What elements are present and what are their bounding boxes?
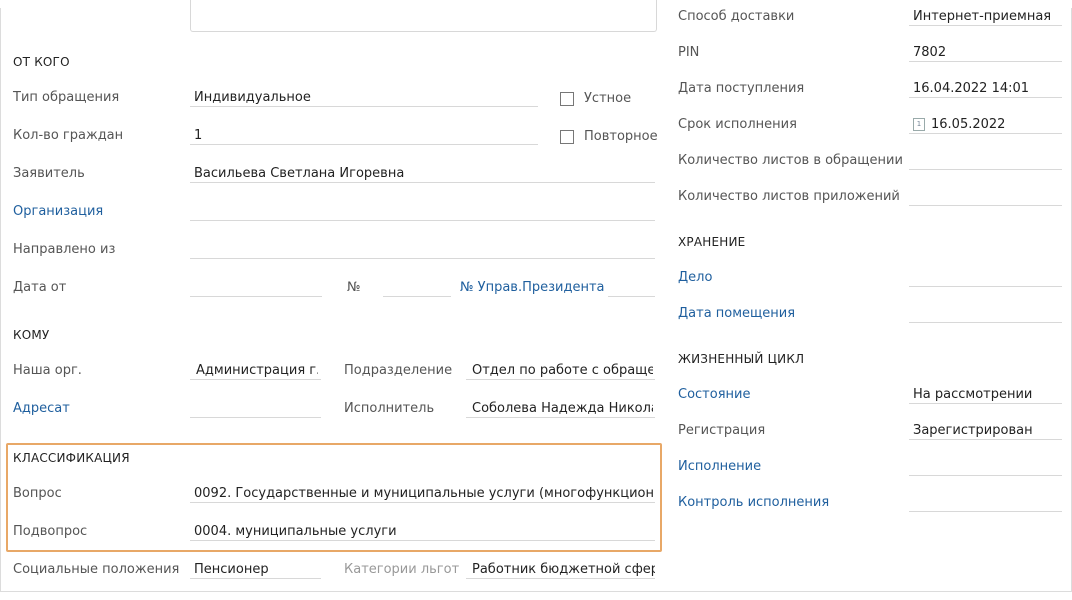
question-field[interactable]: 0092. Государственные и муниципальные ус…: [194, 486, 654, 501]
repeat-label: Повторное: [584, 129, 658, 144]
execution-control-link[interactable]: Контроль исполнения: [678, 495, 829, 510]
department-field[interactable]: Отдел по работе с обращен: [472, 363, 653, 378]
execution-link[interactable]: Исполнение: [678, 459, 761, 474]
subquestion-label: Подвопрос: [13, 524, 88, 539]
state-link[interactable]: Состояние: [678, 387, 750, 402]
repeat-checkbox[interactable]: [560, 130, 574, 144]
pin-label: PIN: [678, 45, 700, 60]
applicant-label: Заявитель: [13, 166, 85, 181]
section-from-header: ОТ КОГО: [13, 55, 70, 69]
section-to-header: КОМУ: [13, 328, 50, 342]
delivery-method-field[interactable]: Интернет-приемная: [913, 9, 1061, 24]
social-status-label: Социальные положения: [13, 562, 180, 577]
deadline-value: 16.05.2022: [931, 117, 1006, 132]
executor-label: Исполнитель: [344, 401, 435, 416]
deadline-field[interactable]: 1 16.05.2022: [913, 117, 1061, 132]
registration-label: Регистрация: [678, 423, 766, 438]
received-date-label: Дата поступления: [678, 81, 805, 96]
applicant-field[interactable]: Васильева Светлана Игоревна: [194, 166, 649, 181]
subquestion-field[interactable]: 0004. муниципальные услуги: [194, 524, 649, 539]
date-from-label: Дата от: [13, 280, 67, 295]
citizens-count-field[interactable]: 1: [194, 128, 534, 143]
placement-date-link[interactable]: Дата помещения: [678, 306, 795, 321]
benefit-category-field[interactable]: Работник бюджетной сферы: [472, 562, 655, 577]
oral-label: Устное: [584, 91, 632, 106]
section-lifecycle-header: ЖИЗНЕННЫЙ ЦИКЛ: [678, 352, 805, 366]
benefit-category-label: Категории льгот: [344, 562, 460, 577]
social-status-field[interactable]: Пенсионер: [194, 562, 318, 577]
number-label: №: [347, 280, 361, 295]
organization-link[interactable]: Организация: [13, 204, 103, 219]
attachment-sheets-label: Количество листов приложений: [678, 189, 900, 204]
citizens-count-label: Кол-во граждан: [13, 128, 124, 143]
registration-field[interactable]: Зарегистрирован: [913, 423, 1061, 438]
our-org-field[interactable]: Администрация г.: [196, 363, 318, 378]
top-text-field[interactable]: [190, 0, 657, 32]
president-number-link[interactable]: № Управ.Президента: [460, 280, 605, 295]
question-label: Вопрос: [13, 486, 62, 501]
received-date-field[interactable]: 16.04.2022 14:01: [913, 81, 1061, 96]
pin-field[interactable]: 7802: [913, 45, 1061, 60]
appeal-type-label: Тип обращения: [13, 90, 120, 105]
oral-checkbox[interactable]: [560, 92, 574, 106]
case-link[interactable]: Дело: [678, 270, 712, 285]
section-storage-header: ХРАНЕНИЕ: [678, 235, 746, 249]
appeal-type-field[interactable]: Индивидуальное: [194, 90, 534, 105]
section-classification-header: КЛАССИФИКАЦИЯ: [13, 451, 130, 465]
our-org-label: Наша орг.: [13, 363, 82, 378]
deadline-label: Срок исполнения: [678, 117, 797, 132]
state-field[interactable]: На рассмотрении: [913, 387, 1061, 402]
calendar-icon[interactable]: 1: [913, 118, 925, 131]
sheets-count-label: Количество листов в обращении: [678, 153, 903, 168]
addressee-link[interactable]: Адресат: [13, 401, 70, 416]
department-label: Подразделение: [344, 363, 453, 378]
delivery-method-label: Способ доставки: [678, 9, 795, 24]
sent-from-label: Направлено из: [13, 242, 116, 257]
executor-field[interactable]: Соболева Надежда Николае: [472, 401, 653, 416]
